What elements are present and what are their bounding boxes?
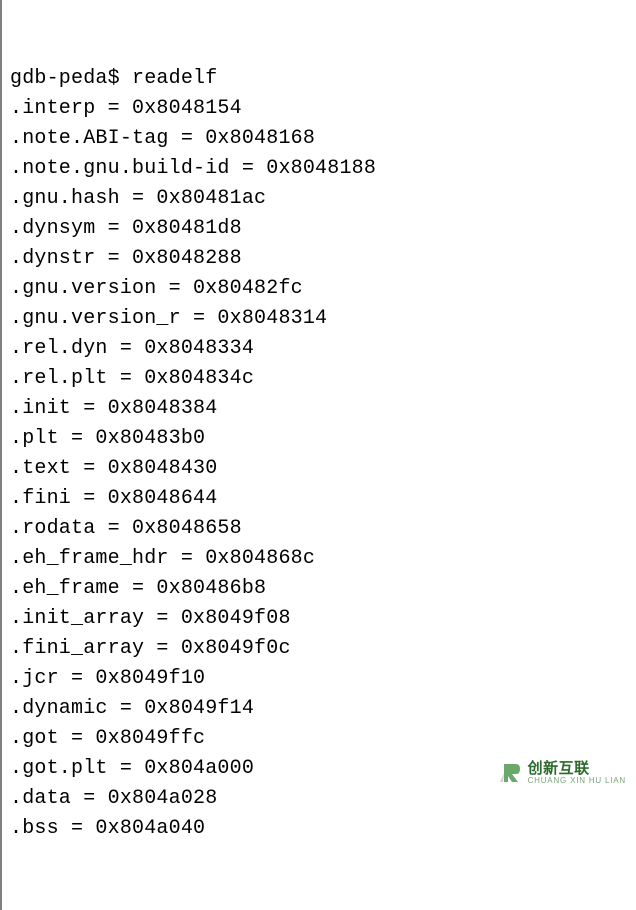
output-line: .interp = 0x8048154	[10, 94, 630, 124]
output-line: .jcr = 0x8049f10	[10, 664, 630, 694]
output-line: .init_array = 0x8049f08	[10, 604, 630, 634]
output-line: .bss = 0x804a040	[10, 814, 630, 844]
logo-icon	[498, 760, 524, 786]
output-line: .gnu.version = 0x80482fc	[10, 274, 630, 304]
output-line: .plt = 0x80483b0	[10, 424, 630, 454]
output-line: .data = 0x804a028	[10, 784, 630, 814]
output-line: .note.ABI-tag = 0x8048168	[10, 124, 630, 154]
output-line: .fini_array = 0x8049f0c	[10, 634, 630, 664]
output-line: .dynamic = 0x8049f14	[10, 694, 630, 724]
output-line: .init = 0x8048384	[10, 394, 630, 424]
command-line: gdb-peda$ readelf	[10, 64, 630, 94]
watermark-minor-text: CHUANG XIN HU LIAN	[528, 777, 626, 785]
output-line: .rodata = 0x8048658	[10, 514, 630, 544]
watermark-major-text: 创新互联	[528, 761, 626, 777]
watermark-badge: 创新互联 CHUANG XIN HU LIAN	[494, 758, 630, 788]
output-line: .rel.plt = 0x804834c	[10, 364, 630, 394]
output-line: .eh_frame_hdr = 0x804868c	[10, 544, 630, 574]
output-line: .fini = 0x8048644	[10, 484, 630, 514]
output-line: .gnu.version_r = 0x8048314	[10, 304, 630, 334]
entered-command: readelf	[132, 67, 217, 90]
output-line: .rel.dyn = 0x8048334	[10, 334, 630, 364]
output-line: .text = 0x8048430	[10, 454, 630, 484]
output-line: .eh_frame = 0x80486b8	[10, 574, 630, 604]
output-line: .got = 0x8049ffc	[10, 724, 630, 754]
output-line: .note.gnu.build-id = 0x8048188	[10, 154, 630, 184]
output-line: .dynstr = 0x8048288	[10, 244, 630, 274]
output-line: .dynsym = 0x80481d8	[10, 214, 630, 244]
prompt-text: gdb-peda$	[10, 67, 132, 90]
output-line: .gnu.hash = 0x80481ac	[10, 184, 630, 214]
